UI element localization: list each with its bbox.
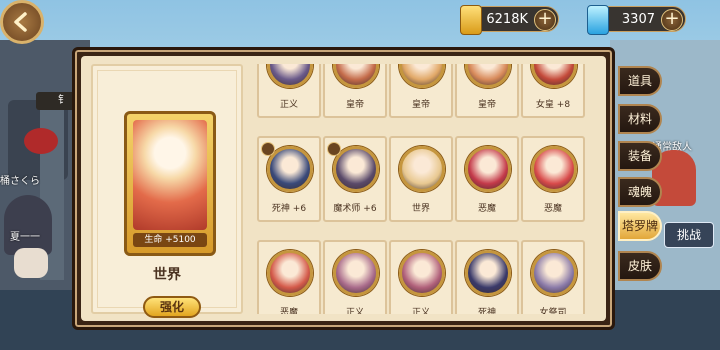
tarot-panel-inner: 生命 +5100 世界 强化 正义 皇帝 皇帝 皇帝 女皇 +8 死神 +6 魔术师 +6 世… [81, 56, 606, 321]
gem-amount: 3307 [621, 11, 655, 27]
gold-bar-icon [460, 5, 482, 35]
tarot-card[interactable]: 恶魔 [257, 240, 321, 314]
tarot-panel: 生命 +5100 世界 强化 正义 皇帝 皇帝 皇帝 女皇 +8 死神 +6 魔术师 +6 世… [72, 47, 615, 330]
card-badge-icon [327, 142, 341, 156]
tarot-card-label: 正义 [345, 308, 364, 314]
card-grid: 正义 皇帝 皇帝 皇帝 女皇 +8 死神 +6 魔术师 +6 世界 恶魔 恶魔 恶魔 正义 正义 死神 女祭… [257, 64, 603, 314]
tarot-card-portrait [267, 146, 313, 192]
background-ornament [24, 128, 58, 154]
player-name-left-2: 夏一一 [10, 232, 40, 243]
tarot-card-portrait [399, 146, 445, 192]
tarot-card-label: 皇帝 [477, 100, 496, 110]
tarot-card[interactable]: 皇帝 [323, 64, 387, 118]
tarot-card-portrait [333, 146, 379, 192]
tarot-card-label: 死神 +6 [271, 204, 307, 214]
upgrade-button[interactable]: 强化 [143, 296, 201, 318]
tarot-card[interactable]: 恶魔 [521, 136, 585, 222]
back-arrow-icon [14, 12, 27, 32]
tarot-card-portrait [267, 250, 313, 296]
tarot-card[interactable]: 死神 [455, 240, 519, 314]
add-gem-button[interactable]: + [661, 9, 683, 31]
tarot-card-portrait [333, 64, 379, 88]
tarot-card-portrait [465, 250, 511, 296]
challenge-button[interactable]: 挑战 [664, 222, 714, 248]
tarot-card-portrait [465, 64, 511, 88]
tarot-card-label: 世界 [411, 204, 430, 214]
side-tab[interactable]: 皮肤 [618, 251, 662, 281]
tarot-card-portrait [399, 64, 445, 88]
gem-icon [587, 5, 609, 35]
tarot-card-label: 女皇 +8 [535, 100, 571, 110]
tarot-card-label: 皇帝 [345, 100, 364, 110]
tarot-card-portrait [267, 64, 313, 88]
tarot-card[interactable]: 女祭司 [521, 240, 585, 314]
selected-card-art [133, 120, 207, 230]
tarot-card-portrait [531, 64, 577, 88]
selected-card-name: 世界 [153, 267, 181, 283]
gold-amount: 6218K [486, 11, 528, 27]
add-gold-button[interactable]: + [534, 9, 556, 31]
tarot-card[interactable]: 女皇 +8 [521, 64, 585, 118]
tarot-card-portrait [531, 250, 577, 296]
tarot-card[interactable]: 皇帝 [455, 64, 519, 118]
side-tab[interactable]: 塔罗牌 [618, 211, 662, 241]
tarot-card-portrait [399, 250, 445, 296]
tarot-card-label: 正义 [411, 308, 430, 314]
selected-card-stat: 生命 +5100 [133, 233, 207, 247]
tarot-card-label: 正义 [279, 100, 298, 110]
tarot-card[interactable]: 皇帝 [389, 64, 453, 118]
tarot-card[interactable]: 正义 [389, 240, 453, 314]
tarot-card[interactable]: 恶魔 [455, 136, 519, 222]
card-detail: 生命 +5100 世界 [91, 64, 243, 314]
tarot-card[interactable]: 魔术师 +6 [323, 136, 387, 222]
tarot-card-label: 恶魔 [279, 308, 298, 314]
tarot-card-label: 恶魔 [543, 204, 562, 214]
side-tab[interactable]: 装备 [618, 141, 662, 171]
tarot-card-label: 皇帝 [411, 100, 430, 110]
tarot-card-label: 魔术师 +6 [333, 204, 377, 214]
gem-counter: 3307 + [587, 5, 686, 35]
tarot-card-label: 恶魔 [477, 204, 496, 214]
background-sign: 钅 [36, 92, 76, 110]
tarot-card[interactable]: 世界 [389, 136, 453, 222]
tarot-card-portrait [465, 146, 511, 192]
player-name-left: 桶さくら [0, 176, 40, 187]
tarot-card-portrait [531, 146, 577, 192]
background-character-left [4, 195, 52, 255]
selected-card: 生命 +5100 [124, 111, 216, 256]
tarot-card[interactable]: 正义 [257, 64, 321, 118]
gold-counter: 6218K + [460, 5, 559, 35]
tarot-card[interactable]: 正义 [323, 240, 387, 314]
tarot-card[interactable]: 死神 +6 [257, 136, 321, 222]
side-tab[interactable]: 材料 [618, 104, 662, 134]
tarot-card-label: 死神 [477, 308, 496, 314]
background-character-left-2 [14, 248, 48, 278]
tarot-card-portrait [333, 250, 379, 296]
side-tab[interactable]: 道具 [618, 66, 662, 96]
tarot-card-label: 女祭司 [539, 308, 567, 314]
card-badge-icon [261, 142, 275, 156]
side-tab[interactable]: 魂魄 [618, 177, 662, 207]
back-button[interactable] [0, 0, 44, 44]
